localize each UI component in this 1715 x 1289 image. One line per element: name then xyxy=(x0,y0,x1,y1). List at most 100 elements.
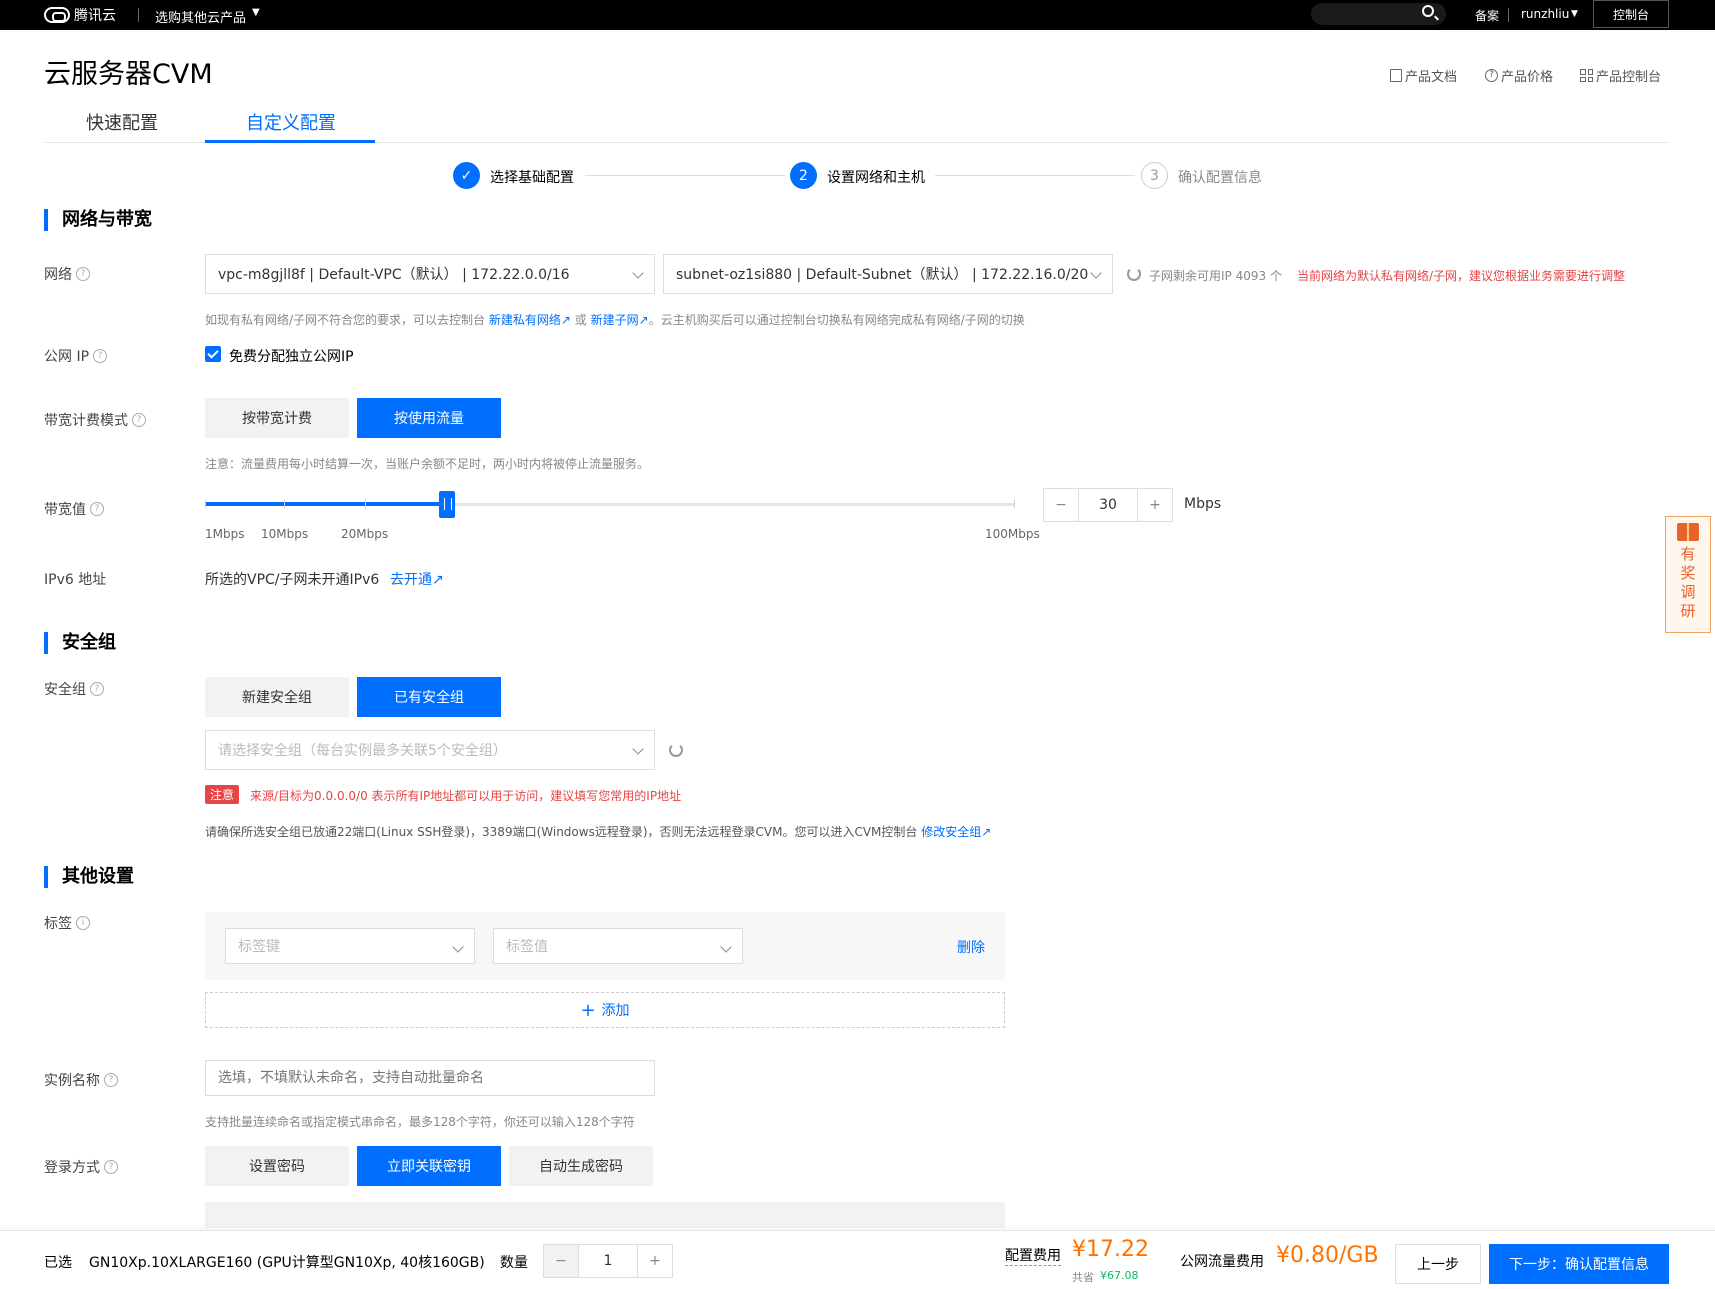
bandwidth-input[interactable]: 30 xyxy=(1078,489,1138,521)
create-vpc-link[interactable]: 新建私有网络 xyxy=(489,313,561,327)
bottom-bar: 已选 GN10Xp.10XLARGE160 (GPU计算型GN10Xp, 40核… xyxy=(0,1230,1715,1289)
network-label-text: 网络 xyxy=(44,267,72,283)
help-icon[interactable]: ? xyxy=(132,413,146,427)
public-ip-check-label[interactable]: 免费分配独立公网IP xyxy=(229,346,354,366)
product-price-link[interactable]: ? 产品价格 xyxy=(1485,66,1553,85)
ipv6-text: 所选的VPC/子网未开通IPv6 xyxy=(205,572,380,588)
security-info-text: 请确保所选安全组已放通22端口(Linux SSH登录)，3389端口(Wind… xyxy=(205,825,918,839)
key-panel xyxy=(205,1202,1005,1228)
caret-down-icon[interactable]: ▼ xyxy=(252,7,260,18)
decrement-button[interactable]: − xyxy=(1044,489,1078,521)
product-price-label: 产品价格 xyxy=(1501,70,1554,85)
config-fee-label[interactable]: 配置费用 xyxy=(1005,1245,1061,1266)
set-password-button[interactable]: 设置密码 xyxy=(205,1146,349,1186)
subnet-select[interactable]: subnet-oz1si880 | Default-Subnet（默认） | 1… xyxy=(663,254,1113,294)
quantity-input[interactable]: 1 xyxy=(578,1245,638,1277)
console-button[interactable]: 控制台 xyxy=(1593,0,1669,28)
increment-button[interactable]: + xyxy=(1138,489,1172,521)
page-title: 云服务器CVM xyxy=(44,59,213,90)
slider-label-1: 1Mbps xyxy=(205,527,245,541)
instance-name-hint: 支持批量连续命名或指定模式串命名，最多128个字符，你还可以输入128个字符 xyxy=(205,1115,635,1129)
section-title-network: 网络与带宽 xyxy=(44,209,152,231)
billing-mode-label: 带宽计费模式? xyxy=(44,410,146,430)
external-link-icon[interactable]: ↗ xyxy=(561,313,571,327)
instance-name-input[interactable] xyxy=(205,1060,655,1096)
plus-icon: + xyxy=(580,999,596,1021)
external-link-icon[interactable]: ↗ xyxy=(639,313,649,327)
instance-name-label-text: 实例名称 xyxy=(44,1073,100,1089)
bandwidth-slider-handle[interactable] xyxy=(439,491,455,518)
tencent-cloud-logo[interactable]: 腾讯云 xyxy=(44,5,116,25)
chevron-down-icon xyxy=(632,743,644,755)
bandwidth-label-text: 带宽值 xyxy=(44,502,86,518)
document-icon xyxy=(1390,69,1402,82)
external-link-icon[interactable]: ↗ xyxy=(981,825,991,839)
slider-tick xyxy=(365,500,366,508)
previous-step-button[interactable]: 上一步 xyxy=(1395,1244,1481,1284)
new-security-group-button[interactable]: 新建安全组 xyxy=(205,677,349,717)
delete-tag-link[interactable]: 删除 xyxy=(957,937,985,957)
public-ip-label-text: 公网 IP xyxy=(44,349,90,365)
auto-password-button[interactable]: 自动生成密码 xyxy=(509,1146,653,1186)
tag-key-placeholder: 标签键 xyxy=(238,939,280,955)
help-icon[interactable]: ? xyxy=(90,502,104,516)
user-menu[interactable]: runzhliu xyxy=(1521,7,1569,21)
login-label-text: 登录方式 xyxy=(44,1160,100,1176)
help-icon[interactable]: ? xyxy=(104,1160,118,1174)
decrement-button[interactable]: − xyxy=(544,1245,578,1277)
vpc-select[interactable]: vpc-m8gjll8f | Default-VPC（默认） | 172.22.… xyxy=(205,254,655,294)
beian-link[interactable]: 备案 xyxy=(1475,7,1499,24)
tab-custom-config[interactable]: 自定义配置 xyxy=(246,109,336,135)
bandwidth-unit: Mbps xyxy=(1184,496,1222,512)
chevron-down-icon xyxy=(632,267,644,279)
refresh-icon[interactable] xyxy=(1127,267,1141,281)
add-tag-button[interactable]: + 添加 xyxy=(205,992,1005,1028)
products-menu[interactable]: 选购其他云产品 xyxy=(155,7,246,26)
public-ip-checkbox[interactable] xyxy=(205,346,221,362)
ipv6-enable-link[interactable]: 去开通↗ xyxy=(390,569,444,589)
step-2-number: 2 xyxy=(790,162,817,189)
billing-traffic-button[interactable]: 按使用流量 xyxy=(357,398,501,438)
tag-label-text: 标签 xyxy=(44,916,72,932)
next-step-button[interactable]: 下一步：确认配置信息 xyxy=(1489,1244,1669,1284)
increment-button[interactable]: + xyxy=(638,1245,672,1277)
bandwidth-stepper: − 30 + xyxy=(1043,488,1173,522)
slider-tick xyxy=(284,500,285,508)
help-icon[interactable]: ? xyxy=(93,349,108,363)
help-icon[interactable]: ? xyxy=(90,682,104,696)
refresh-icon[interactable] xyxy=(669,743,683,757)
ipv6-label: IPv6 地址 xyxy=(44,572,107,588)
product-console-link[interactable]: 产品控制台 xyxy=(1580,66,1661,85)
bandwidth-label: 带宽值? xyxy=(44,499,104,519)
survey-widget[interactable]: 有奖调研 xyxy=(1665,516,1711,633)
question-icon: ? xyxy=(1485,69,1498,82)
modify-security-group-link[interactable]: 修改安全组 xyxy=(921,825,981,839)
security-group-select[interactable]: 请选择安全组（每台实例最多关联5个安全组） xyxy=(205,730,655,770)
quantity-label: 数量 xyxy=(500,1255,528,1271)
info-icon[interactable]: i xyxy=(76,916,90,930)
slider-tick xyxy=(1014,500,1015,508)
hint-or: 或 xyxy=(574,313,587,327)
tab-quick-config[interactable]: 快速配置 xyxy=(86,109,158,135)
billing-note: 注意：流量费用每小时结算一次，当账户余额不足时，两小时内将被停止流量服务。 xyxy=(205,457,650,471)
product-doc-link[interactable]: 产品文档 xyxy=(1390,66,1457,85)
associate-key-button[interactable]: 立即关联密钥 xyxy=(357,1146,501,1186)
billing-bandwidth-button[interactable]: 按带宽计费 xyxy=(205,398,349,438)
traffic-fee: ¥0.80/GB xyxy=(1276,1243,1379,1268)
ip-remaining: 子网剩余可用IP 4093 个 xyxy=(1149,269,1282,283)
tag-key-select[interactable]: 标签键 xyxy=(225,928,475,964)
caret-down-icon[interactable]: ▼ xyxy=(1571,9,1578,19)
search-icon[interactable] xyxy=(1422,5,1434,17)
traffic-fee-label: 公网流量费用 xyxy=(1180,1254,1264,1270)
chevron-down-icon xyxy=(452,941,464,953)
help-icon[interactable]: ? xyxy=(104,1073,118,1087)
slider-label-20: 20Mbps xyxy=(341,527,389,541)
tag-value-select[interactable]: 标签值 xyxy=(493,928,743,964)
step-connector xyxy=(935,175,1135,176)
existing-security-group-button[interactable]: 已有安全组 xyxy=(357,677,501,717)
help-icon[interactable]: ? xyxy=(76,267,90,281)
create-subnet-link[interactable]: 新建子网 xyxy=(591,313,639,327)
security-notice: 来源/目标为0.0.0.0/0 表示所有IP地址都可以用于访问，建议填写您常用的… xyxy=(250,789,682,803)
cloud-logo-icon xyxy=(44,7,70,23)
step-done-check-icon: ✓ xyxy=(453,162,480,189)
